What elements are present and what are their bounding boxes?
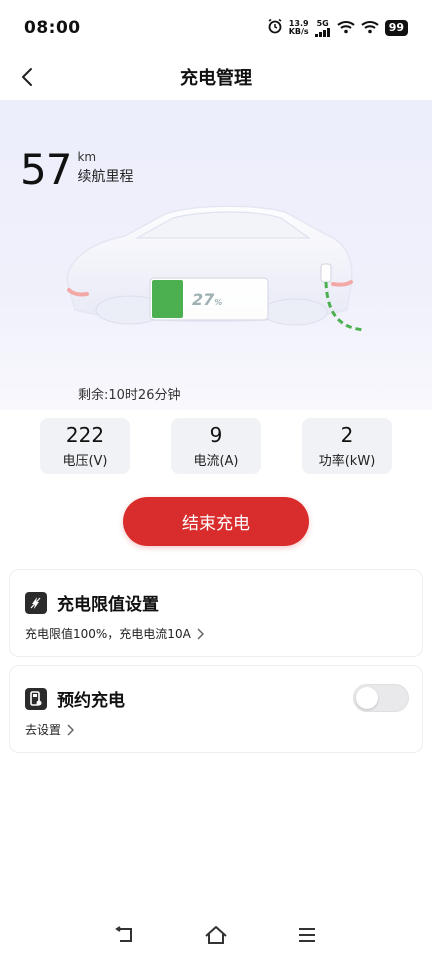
range-label: 续航里程 <box>77 169 134 185</box>
scheduled-charging-toggle[interactable] <box>353 684 409 712</box>
stat-current: 9 电流(A) <box>171 418 261 474</box>
charger-station-icon <box>25 687 47 710</box>
remaining-time: 剩余:10时26分钟 <box>78 388 181 403</box>
nav-back-button[interactable] <box>105 915 145 955</box>
net-speed: 13.9 KB/s <box>289 20 309 36</box>
stat-value: 222 <box>65 422 105 447</box>
battery-fill <box>152 280 183 318</box>
stat-label: 功率(kW) <box>318 453 376 469</box>
chevron-right-icon <box>197 627 204 640</box>
nav-home-icon <box>205 926 227 944</box>
range-value: 57 <box>20 145 72 194</box>
soc-value: 27 <box>192 290 215 309</box>
battery-indicator: 99 <box>384 20 408 36</box>
back-arrow-icon <box>22 68 32 86</box>
signal-bars-icon <box>314 27 330 37</box>
range-unit: km <box>77 150 97 164</box>
header: 充电管理 <box>0 56 432 98</box>
soc-readout: 27% <box>192 290 222 309</box>
stat-value: 2 <box>340 422 354 447</box>
alarm-icon <box>267 18 283 38</box>
stats-row: 222 电压(V) 9 电流(A) 2 功率(kW) <box>40 418 392 474</box>
stat-label: 电压(V) <box>62 453 108 469</box>
wifi-icon-2 <box>361 19 379 38</box>
stat-voltage: 222 电压(V) <box>40 418 130 474</box>
charge-limit-card[interactable]: 充电限值设置 充电限值100%，充电电流10A <box>9 569 423 657</box>
back-button[interactable] <box>12 62 42 92</box>
soc-unit: % <box>214 298 223 307</box>
car-illustration <box>66 205 366 332</box>
wifi-icon <box>337 19 355 38</box>
card-title: 预约充电 <box>57 691 125 711</box>
status-time: 08:00 <box>24 18 81 38</box>
status-bar: 08:00 13.9 KB/s 5G 99 <box>0 0 432 56</box>
card-subtitle: 充电限值100%，充电电流10A <box>25 627 191 641</box>
chevron-right-icon <box>67 723 75 736</box>
nav-back-icon <box>115 926 133 942</box>
cell-signal: 5G <box>314 18 331 37</box>
schedule-settings-link[interactable]: 去设置 <box>25 721 75 738</box>
nav-home-button[interactable] <box>196 915 236 955</box>
net-speed-unit: KB/s <box>288 27 309 36</box>
stat-power: 2 功率(kW) <box>302 418 392 474</box>
lightning-icon <box>25 591 47 614</box>
network-type: 5G <box>316 18 329 28</box>
nav-menu-icon <box>298 928 315 942</box>
system-nav-bar <box>0 910 432 960</box>
toggle-knob <box>356 687 378 709</box>
nav-menu-button[interactable] <box>287 915 327 955</box>
status-icons: 13.9 KB/s 5G 99 <box>267 18 408 38</box>
stat-label: 电流(A) <box>193 453 239 469</box>
range-display: 57 km 续航里程 <box>20 148 133 192</box>
scheduled-charging-card[interactable]: 预约充电 去设置 <box>9 665 423 753</box>
card-subtitle: 去设置 <box>25 723 62 737</box>
page-title: 充电管理 <box>180 68 252 89</box>
card-title: 充电限值设置 <box>57 595 159 615</box>
end-charging-button[interactable]: 结束充电 <box>123 497 309 546</box>
stat-value: 9 <box>209 422 223 447</box>
charge-limit-link[interactable]: 充电限值100%，充电电流10A <box>25 625 204 642</box>
